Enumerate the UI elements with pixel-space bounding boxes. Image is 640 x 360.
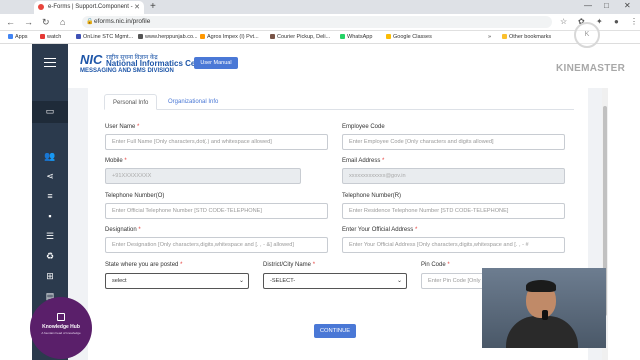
hamburger-menu-icon[interactable] [44, 58, 56, 67]
official-address-label: Enter Your Official Address * [342, 227, 418, 233]
webcam-overlay [482, 268, 606, 348]
book-icon [57, 313, 65, 321]
extensions-puzzle-icon[interactable]: ✦ [596, 17, 603, 26]
designation-label: Designation * [105, 227, 141, 233]
user-name-input[interactable]: Enter Full Name [Only characters,dot(.) … [105, 134, 328, 150]
bookmark-apps[interactable]: Apps [8, 34, 28, 40]
state-label: State where you are posted * [105, 262, 183, 268]
district-label: District/City Name * [263, 262, 316, 268]
form-tabs: Personal Info Organizational Info [104, 94, 574, 110]
bookmark-star-icon[interactable]: ☆ [560, 17, 567, 26]
presenter-hair [526, 280, 556, 292]
kinemaster-logo-icon: K [574, 22, 600, 48]
url-bar[interactable]: 🔒 eforms.nic.in/profile [82, 16, 552, 28]
bookmark-herppunjab[interactable]: www.herppunjab.co... [138, 34, 198, 40]
url-text: eforms.nic.in/profile [94, 18, 151, 25]
bookmark-stc[interactable]: OnLine STC Mgmt... [76, 34, 133, 40]
telephone-o-input[interactable]: Enter Official Telephone Number [STD COD… [105, 203, 328, 219]
telephone-o-label: Telephone Number(O) [105, 193, 165, 199]
sitemap-icon[interactable]: ⊞ [44, 271, 56, 281]
mobile-label: Mobile * [105, 158, 127, 164]
bookmark-google-classes[interactable]: Google Classes [386, 34, 432, 40]
other-bookmarks[interactable]: Other bookmarks [502, 34, 551, 40]
user-manual-button[interactable]: User Manual [194, 57, 238, 69]
close-window-icon[interactable]: ✕ [624, 1, 631, 10]
email-label: Email Address * [342, 158, 385, 164]
tab-personal-info[interactable]: Personal Info [104, 94, 158, 110]
kinemaster-watermark: KINEMASTER [556, 63, 626, 74]
bookmark-agros[interactable]: Agros Impex (I) Pvt... [200, 34, 259, 40]
site-icon [270, 34, 275, 39]
employee-code-input[interactable]: Enter Employee Code [Only characters and… [342, 134, 565, 150]
home-icon[interactable]: ⌂ [60, 17, 65, 27]
tab-favicon-icon [38, 4, 44, 10]
site-icon [76, 34, 81, 39]
bookmark-whatsapp[interactable]: WhatsApp [340, 34, 372, 40]
chevron-down-icon: ⌄ [396, 278, 402, 284]
knowledge-hub-badge: Knowledge Hub A fountain head of knowled… [30, 297, 92, 359]
whatsapp-icon [340, 34, 345, 39]
tab-organizational-info[interactable]: Organizational Info [160, 94, 226, 110]
site-icon [386, 34, 391, 39]
share-icon[interactable]: ⋖ [44, 171, 56, 181]
mobile-input: +91XXXXXXXX [105, 168, 301, 184]
site-icon [138, 34, 143, 39]
bookmark-watch[interactable]: watch [40, 34, 61, 40]
bookmarks-overflow-icon[interactable]: » [488, 34, 491, 40]
list-icon[interactable]: ☰ [44, 231, 56, 241]
site-icon [200, 34, 205, 39]
folder-icon [502, 34, 507, 39]
menu-kebab-icon[interactable]: ⋮ [630, 17, 638, 26]
tab-title: e-Forms | Support.Component - [48, 4, 133, 10]
form-icon[interactable]: ▭ [44, 106, 56, 116]
profile-icon[interactable]: ● [614, 17, 619, 26]
new-tab-icon[interactable]: + [150, 1, 156, 12]
apps-grid-icon [8, 34, 13, 39]
close-tab-icon[interactable]: ✕ [134, 3, 140, 11]
forward-icon[interactable]: → [24, 17, 33, 27]
users-icon[interactable]: 👥 [44, 151, 56, 161]
designation-input[interactable]: Enter Designation [Only characters,digit… [105, 237, 328, 253]
continue-button[interactable]: CONTINUE [314, 324, 356, 338]
minimize-icon[interactable]: — [584, 1, 592, 10]
browser-tab-strip: e-Forms | Support.Component - ✕ + — □ ✕ [0, 0, 640, 14]
pin-code-label: Pin Code * [421, 262, 450, 268]
maximize-icon[interactable]: □ [604, 1, 609, 10]
microphone-icon [542, 310, 548, 320]
recycle-icon[interactable]: ♻ [44, 251, 56, 261]
browser-tab[interactable]: e-Forms | Support.Component - ✕ [34, 1, 144, 14]
reload-icon[interactable]: ↻ [42, 17, 50, 28]
district-select[interactable]: -SELECT- ⌄ [263, 273, 407, 289]
state-select[interactable]: select ⌄ [105, 273, 249, 289]
sort-icon[interactable]: ≡ [44, 191, 56, 201]
bookmark-courier[interactable]: Courier Pickup, Deli... [270, 34, 330, 40]
delivery-icon[interactable]: ▪ [44, 211, 56, 221]
bookmarks-bar: Apps watch OnLine STC Mgmt... www.herppu… [0, 31, 640, 44]
chevron-down-icon: ⌄ [238, 278, 244, 284]
telephone-r-label: Telephone Number(R) [342, 193, 402, 199]
official-address-input[interactable]: Enter Your Official Address [Only charac… [342, 237, 565, 253]
employee-code-label: Employee Code [342, 124, 385, 130]
email-input: xxxxxxxxxxxxx@gov.in [342, 168, 565, 184]
address-row: ← → ↻ ⌂ 🔒 eforms.nic.in/profile ☆ ✿ ✦ ● … [0, 14, 640, 31]
lock-icon: 🔒 [86, 19, 94, 25]
telephone-r-input[interactable]: Enter Residence Telephone Number [STD CO… [342, 203, 565, 219]
user-name-label: User Name * [105, 124, 140, 130]
youtube-icon [40, 34, 45, 39]
back-icon[interactable]: ← [6, 17, 15, 27]
